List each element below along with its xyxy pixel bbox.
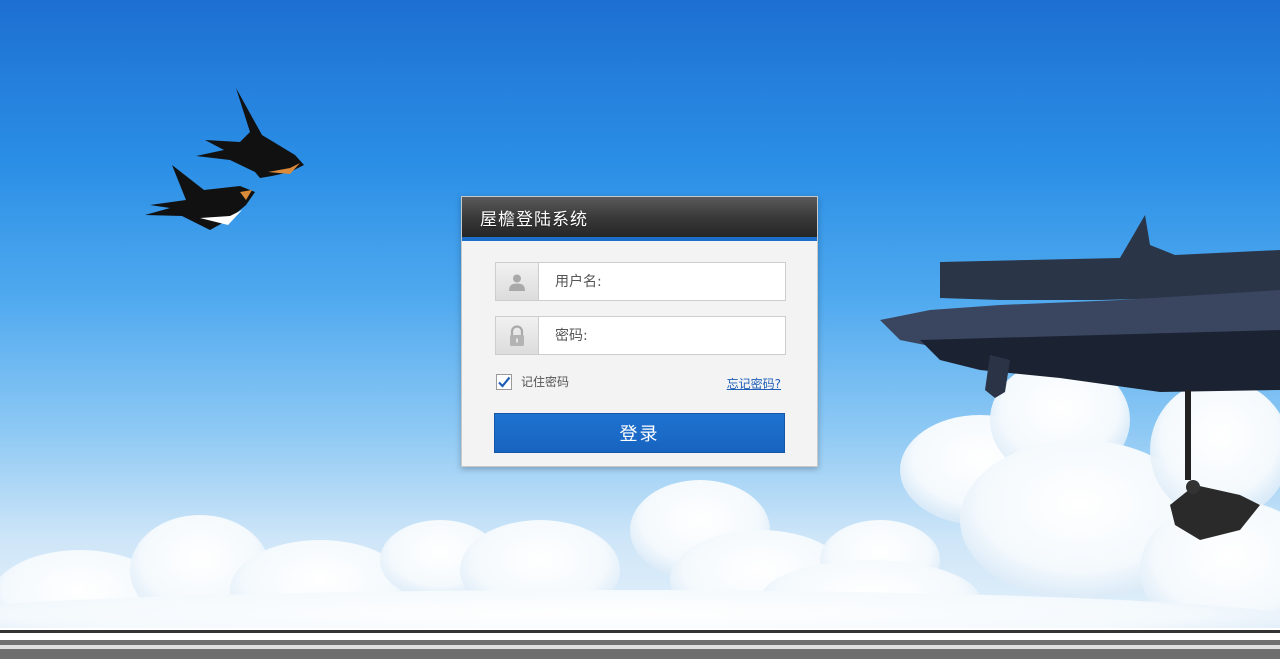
forgot-password-link[interactable]: 忘记密码? — [727, 375, 781, 392]
panel-title: 屋檐登陆系统 — [480, 209, 588, 230]
remember-label: 记住密码 — [521, 375, 570, 389]
panel-header: 屋檐登陆系统 — [462, 197, 817, 241]
username-input[interactable] — [539, 263, 785, 300]
swallow-birds — [145, 88, 304, 230]
password-input[interactable] — [539, 317, 785, 354]
bottom-border — [0, 628, 1280, 659]
login-scene: 屋檐登陆系统 用户名: 记住密码 忘记密码? 登录 — [0, 0, 1280, 659]
checkmark-icon — [498, 376, 511, 388]
user-icon — [496, 263, 539, 300]
login-panel: 屋檐登陆系统 用户名: 记住密码 忘记密码? 登录 — [461, 196, 818, 467]
login-button[interactable]: 登录 — [494, 413, 785, 453]
password-field[interactable] — [495, 316, 786, 355]
remember-password[interactable]: 记住密码 — [496, 373, 569, 390]
lock-icon — [496, 317, 539, 354]
username-field[interactable] — [495, 262, 786, 301]
remember-checkbox[interactable] — [496, 373, 512, 390]
